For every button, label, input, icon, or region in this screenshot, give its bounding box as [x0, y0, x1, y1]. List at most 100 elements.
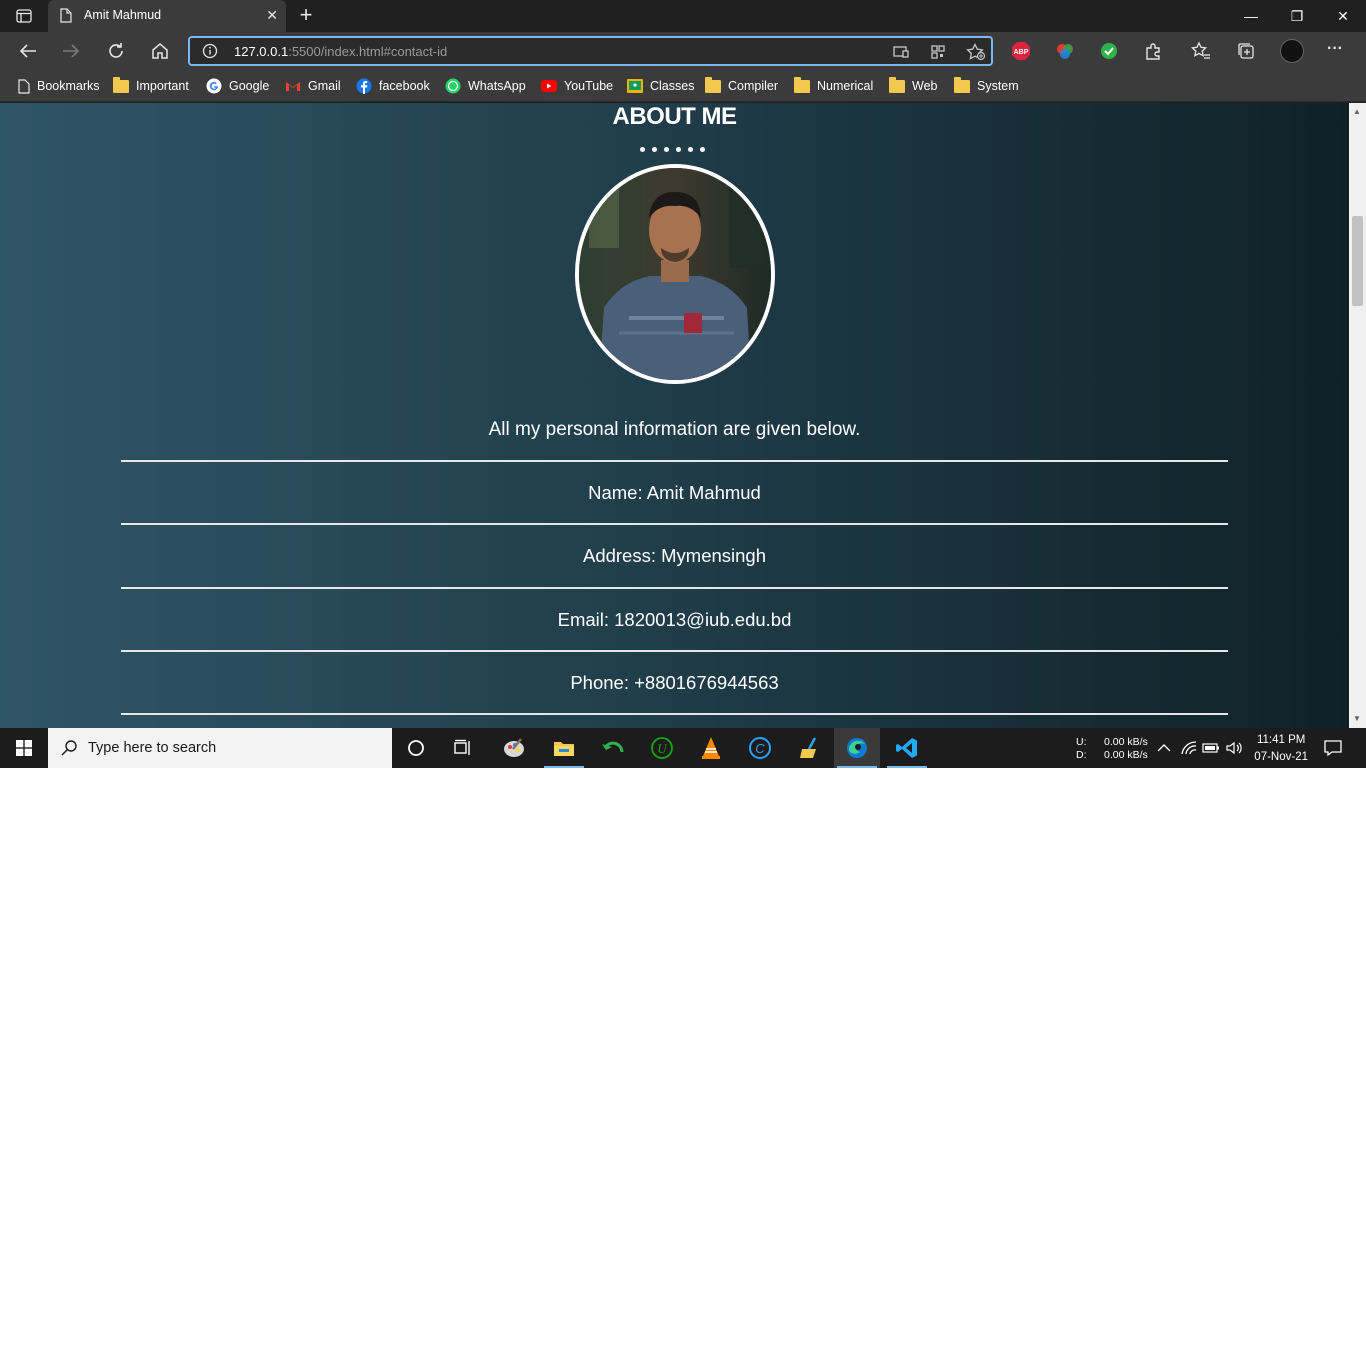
notification-center-icon[interactable] [1316, 728, 1350, 768]
bookmark-web[interactable]: Web [889, 76, 937, 96]
vscode-icon[interactable] [884, 728, 930, 768]
cleaner-app-icon[interactable] [786, 728, 832, 768]
tab-title: Amit Mahmud [84, 8, 162, 22]
dot [640, 147, 645, 152]
check-extension-icon[interactable] [1098, 40, 1120, 62]
bookmark-numerical[interactable]: Numerical [794, 76, 873, 96]
abp-text: ABP [1014, 49, 1029, 56]
windows-start-icon[interactable] [0, 728, 48, 768]
chevron-up-icon[interactable] [1152, 728, 1176, 768]
adblock-plus-icon[interactable]: ABP [1010, 40, 1032, 62]
bookmark-gmail[interactable]: Gmail [285, 76, 341, 96]
scroll-down-icon[interactable]: ▼ [1353, 714, 1361, 723]
home-icon[interactable] [146, 38, 174, 64]
whatsapp-icon [445, 78, 461, 94]
back-icon[interactable] [14, 38, 42, 64]
scroll-thumb[interactable] [1352, 216, 1363, 306]
app-available-icon[interactable] [892, 43, 910, 61]
bookmark-label: WhatsApp [468, 79, 526, 93]
folder-icon [113, 76, 129, 93]
folder-icon [889, 76, 905, 93]
bookmark-system[interactable]: System [954, 76, 1019, 96]
dot [688, 147, 693, 152]
paint-app-icon[interactable] [491, 728, 537, 768]
edge-browser-icon[interactable] [834, 728, 880, 768]
info-divider [121, 713, 1228, 715]
page-icon [60, 8, 72, 28]
color-extension-icon[interactable] [1054, 40, 1076, 62]
desktop-screen: Amit Mahmud ✕ + — ❐ ✕ 127.0.0.1:5500/ind… [0, 0, 1366, 768]
net-up-speed: 0.00 kB/s [1104, 736, 1148, 748]
google-icon [206, 78, 222, 94]
info-address: Address: Mymensingh [121, 523, 1228, 586]
browser-tab[interactable]: Amit Mahmud ✕ [48, 0, 286, 32]
extensions-icon[interactable] [1142, 40, 1164, 62]
gmail-icon [286, 82, 300, 91]
profile-avatar-icon[interactable] [1280, 39, 1304, 63]
undo-app-icon[interactable] [590, 728, 636, 768]
net-down-label: D: [1076, 749, 1087, 761]
dot [700, 147, 705, 152]
bookmark-facebook[interactable]: facebook [356, 76, 430, 96]
favorites-icon[interactable] [1190, 40, 1212, 62]
more-menu-icon[interactable]: ··· [1327, 40, 1349, 62]
task-view-icon[interactable] [440, 728, 486, 768]
bookmark-whatsapp[interactable]: WhatsApp [445, 76, 526, 96]
page-icon [18, 78, 30, 94]
close-window-button[interactable]: ✕ [1320, 0, 1366, 32]
new-tab-button[interactable]: + [294, 4, 318, 28]
running-indicator [837, 766, 877, 768]
dot [676, 147, 681, 152]
bookmark-classes[interactable]: Classes [627, 76, 694, 96]
bookmark-label: Bookmarks [37, 79, 100, 93]
taskbar-search-box[interactable]: Type here to search [48, 728, 392, 768]
intro-text: All my personal information are given be… [488, 419, 861, 440]
clock-date: 07-Nov-21 [1254, 751, 1308, 763]
bookmark-label: Classes [650, 79, 695, 93]
battery-icon[interactable] [1200, 728, 1222, 768]
c-app-icon[interactable]: C [737, 728, 783, 768]
volume-icon[interactable] [1224, 728, 1246, 768]
vlc-icon[interactable] [688, 728, 734, 768]
bookmark-youtube[interactable]: YouTube [541, 76, 613, 96]
page-scrollbar[interactable]: ▲ ▼ [1349, 103, 1366, 728]
cortana-icon[interactable] [393, 728, 439, 768]
qr-code-icon[interactable] [929, 43, 947, 61]
url-path: :5500/index.html#contact-id [288, 44, 448, 59]
bookmark-label: YouTube [564, 79, 614, 93]
bookmark-compiler[interactable]: Compiler [705, 76, 778, 96]
upwork-app-icon[interactable]: U [639, 728, 685, 768]
bookmark-label: Compiler [728, 79, 779, 93]
folder-icon [954, 76, 970, 93]
info-phone: Phone: +8801676944563 [121, 650, 1228, 713]
bookmark-google[interactable]: Google [206, 76, 269, 96]
collections-icon[interactable] [1235, 40, 1257, 62]
folder-icon [794, 76, 810, 93]
youtube-icon [541, 80, 557, 92]
clock-time: 11:41 PM [1256, 734, 1306, 746]
add-favorite-icon[interactable] [966, 43, 986, 61]
bookmark-important[interactable]: Important [113, 76, 189, 96]
browser-toolbar: 127.0.0.1:5500/index.html#contact-id ABP [0, 32, 1366, 70]
bookmark-label: Google [229, 79, 270, 93]
net-labels: U: D: [1076, 736, 1087, 762]
file-explorer-icon[interactable] [541, 728, 587, 768]
site-info-icon[interactable] [202, 43, 218, 64]
address-bar[interactable]: 127.0.0.1:5500/index.html#contact-id [188, 36, 993, 66]
refresh-icon[interactable] [102, 38, 130, 64]
search-placeholder: Type here to search [88, 740, 217, 756]
net-up-label: U: [1076, 736, 1087, 748]
classroom-icon [627, 79, 643, 93]
page-viewport: ABOUT ME All my personal information are… [0, 103, 1349, 728]
restore-button[interactable]: ❐ [1274, 0, 1320, 32]
wifi-icon[interactable] [1178, 728, 1200, 768]
url-text: 127.0.0.1:5500/index.html#contact-id [234, 44, 447, 59]
forward-icon[interactable] [57, 38, 85, 64]
tab-actions-icon[interactable] [8, 4, 40, 28]
scroll-up-icon[interactable]: ▲ [1353, 107, 1361, 116]
bookmark-label: facebook [379, 79, 430, 93]
minimize-button[interactable]: — [1228, 0, 1274, 32]
close-tab-icon[interactable]: ✕ [266, 7, 278, 24]
bookmark-bookmarks[interactable]: Bookmarks [18, 76, 100, 96]
taskbar-clock[interactable]: 11:41 PM 07-Nov-21 [1254, 732, 1308, 766]
